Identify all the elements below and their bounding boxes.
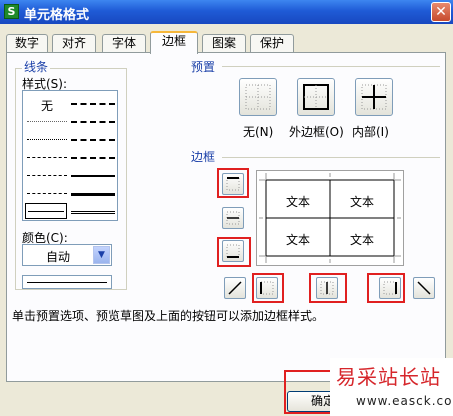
tab-border[interactable]: 边框 <box>150 31 198 54</box>
style-dotted[interactable] <box>27 131 67 147</box>
preset-outline-icon <box>303 84 329 110</box>
style-dashed-medium[interactable] <box>71 149 115 165</box>
border-diagonal-up-button[interactable] <box>224 277 246 299</box>
style-medium[interactable] <box>71 167 115 183</box>
border-preview[interactable]: 文本 文本 文本 文本 <box>256 170 404 266</box>
preset-inside-button[interactable] <box>355 78 393 116</box>
style-none-option[interactable]: 无 <box>41 97 53 114</box>
line-group-title: 线条 <box>22 58 51 75</box>
tab-protection[interactable]: 保护 <box>250 34 294 53</box>
watermark-url: www.easck.com <box>356 394 453 408</box>
preset-outline-label: 外边框(O) <box>289 125 344 139</box>
border-separator <box>222 157 440 158</box>
line-style-list[interactable]: 无 <box>22 90 118 221</box>
preview-cell-text: 文本 <box>350 195 375 209</box>
style-hair[interactable] <box>27 113 67 129</box>
color-value: 自动 <box>45 250 70 264</box>
highlight-border-inner-vertical <box>309 273 347 303</box>
border-inner-horizontal-icon <box>226 211 240 225</box>
preset-outline-button[interactable] <box>297 78 335 116</box>
tab-alignment[interactable]: 对齐 <box>52 34 96 53</box>
diagonal-up-icon <box>228 281 242 295</box>
hint-text: 单击预置选项、预览草图及上面的按钮可以添加边框样式。 <box>12 309 325 323</box>
preview-cell-text: 文本 <box>350 233 375 247</box>
watermark-title: 易采站长站 <box>336 365 441 389</box>
border-inner-horizontal-button[interactable] <box>222 207 244 229</box>
highlight-border-right <box>367 273 405 303</box>
highlight-border-left <box>252 273 284 303</box>
style-thick[interactable] <box>71 185 115 201</box>
preview-grid <box>259 173 401 263</box>
preset-inside-icon <box>361 84 387 110</box>
style-double[interactable] <box>71 203 115 219</box>
style-dash-dot-medium[interactable] <box>71 131 115 147</box>
border-diagonal-down-button[interactable] <box>413 277 435 299</box>
tab-number[interactable]: 数字 <box>6 34 48 53</box>
style-dash-dot-dot[interactable] <box>71 113 115 129</box>
border-group-title: 边框 <box>191 150 216 164</box>
highlight-border-top <box>217 168 249 198</box>
style-dash-dot[interactable] <box>27 149 67 165</box>
preset-inside-label: 内部(I) <box>352 125 389 139</box>
tab-pattern[interactable]: 图案 <box>202 34 246 53</box>
tab-font[interactable]: 字体 <box>102 34 146 53</box>
style-thin-selected[interactable] <box>25 203 67 219</box>
style-dash-small[interactable] <box>27 185 67 201</box>
app-icon: S <box>4 4 19 19</box>
highlight-border-bottom <box>217 237 251 267</box>
preset-none-button[interactable] <box>239 78 277 116</box>
line-sample <box>22 275 112 289</box>
preview-cell-text: 文本 <box>286 233 311 247</box>
close-button[interactable]: ✕ <box>431 2 451 22</box>
color-dropdown[interactable]: 自动 ▼ <box>22 244 112 266</box>
preset-group-title: 预置 <box>191 60 216 74</box>
window-title: 单元格格式 <box>24 8 90 23</box>
diagonal-down-icon <box>417 281 431 295</box>
style-dash-dot-bold[interactable] <box>71 95 115 111</box>
title-bar: S 单元格格式 ✕ <box>0 0 453 24</box>
preview-cell-text: 文本 <box>286 195 311 209</box>
style-dash[interactable] <box>27 167 67 183</box>
preset-none-label: 无(N) <box>243 125 274 139</box>
preset-none-icon <box>245 84 271 110</box>
watermark: 易采站长站 www.easck.com <box>330 358 453 416</box>
chevron-down-icon[interactable]: ▼ <box>93 246 110 264</box>
preset-separator <box>222 66 440 67</box>
